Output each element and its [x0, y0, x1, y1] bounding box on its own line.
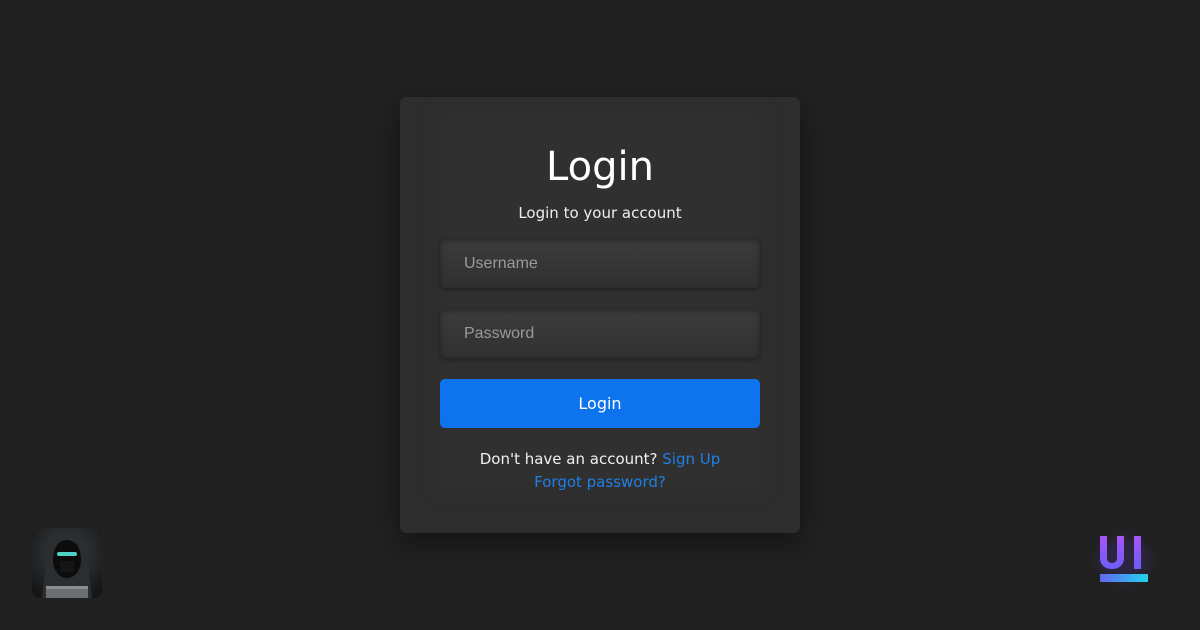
username-input[interactable]: [440, 239, 760, 288]
forgot-password-link[interactable]: Forgot password?: [534, 473, 666, 491]
forgot-password-row: Forgot password?: [0, 472, 1200, 492]
no-account-text: Don't have an account?: [479, 450, 658, 468]
page-title: Login: [546, 144, 654, 190]
login-subtitle: Login to your account: [518, 204, 682, 222]
signup-prompt: Don't have an account? Sign Up: [0, 449, 1200, 469]
login-button[interactable]: Login: [440, 379, 760, 428]
sign-up-link[interactable]: Sign Up: [662, 450, 720, 468]
ui-logo-icon: [1090, 530, 1158, 590]
password-input[interactable]: [440, 309, 760, 358]
hooded-hacker-avatar-icon: [32, 528, 102, 598]
page: Login Login to your account Login Don't …: [0, 0, 1200, 630]
